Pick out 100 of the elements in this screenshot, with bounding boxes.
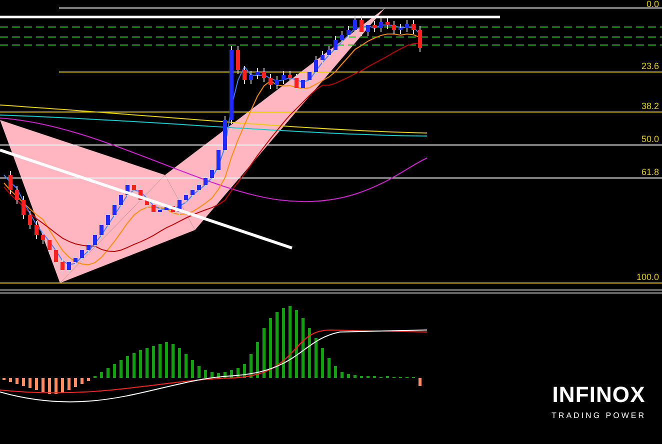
- histogram-bar: [9, 378, 12, 382]
- histogram-bar: [146, 348, 148, 378]
- histogram-bar: [418, 378, 422, 386]
- candlestick: [288, 70, 292, 82]
- candlestick: [164, 202, 168, 214]
- histogram-bar: [165, 342, 168, 378]
- candlestick: [126, 180, 130, 200]
- candlestick: [405, 20, 409, 32]
- candlestick: [171, 202, 175, 216]
- histogram-bar: [295, 310, 298, 378]
- histogram-bar: [321, 348, 324, 378]
- candlestick: [197, 180, 201, 194]
- histogram-bar: [340, 372, 344, 378]
- histogram-bar: [224, 372, 226, 378]
- candlestick: [112, 200, 116, 220]
- candlestick: [80, 246, 84, 262]
- fib-level-label: 38.2: [641, 101, 659, 111]
- candlestick: [294, 74, 298, 92]
- histogram-bar: [230, 370, 233, 378]
- histogram-bar: [198, 366, 200, 378]
- histogram-bar: [132, 353, 136, 378]
- candlestick: [386, 18, 390, 30]
- candlestick: [22, 196, 26, 220]
- histogram-bar: [328, 358, 330, 378]
- histogram-bar: [282, 308, 285, 378]
- histogram-bar: [16, 378, 18, 384]
- candlestick: [210, 166, 214, 182]
- candlestick: [93, 230, 97, 250]
- candlestick: [223, 116, 227, 154]
- candlestick: [360, 16, 364, 36]
- candlestick: [216, 146, 220, 174]
- histogram-bar: [308, 328, 311, 378]
- candlestick: [340, 30, 344, 44]
- histogram-bar: [106, 368, 110, 378]
- candlestick: [15, 186, 19, 204]
- histogram-bar: [334, 366, 337, 378]
- candlestick: [34, 220, 38, 240]
- histogram-bar: [262, 328, 266, 378]
- histogram-bar: [256, 342, 259, 378]
- candlestick: [242, 66, 246, 84]
- histogram-bar: [354, 375, 356, 378]
- fib-level-label: 61.8: [641, 167, 659, 177]
- candlestick: [54, 246, 58, 266]
- histogram-bar: [113, 364, 116, 378]
- candlestick: [152, 200, 156, 216]
- histogram-bar: [236, 368, 240, 378]
- histogram-bar: [250, 354, 252, 378]
- histogram-bar: [210, 372, 214, 378]
- histogram-bar: [100, 372, 103, 378]
- histogram-bar: [204, 370, 207, 378]
- histogram-bar: [126, 356, 129, 378]
- candlestick: [249, 70, 253, 84]
- candlestick: [320, 50, 324, 64]
- histogram-bar: [178, 348, 181, 378]
- candlestick: [190, 186, 194, 200]
- candlestick: [346, 26, 350, 40]
- histogram-bar: [28, 378, 32, 388]
- candlestick: [41, 230, 45, 244]
- candlestick: [67, 258, 71, 274]
- candlestick: [178, 196, 182, 216]
- histogram-bar: [22, 378, 25, 386]
- histogram-bar: [276, 312, 278, 378]
- histogram-bar: [269, 318, 272, 378]
- histogram-bar: [87, 378, 90, 381]
- histogram-bar: [120, 360, 122, 378]
- histogram-bar: [42, 378, 44, 392]
- histogram-bar: [68, 378, 70, 390]
- histogram-bar: [35, 378, 38, 390]
- histogram-bar: [61, 378, 64, 393]
- histogram-bar: [347, 374, 350, 378]
- candlestick: [268, 74, 272, 90]
- brand-logo: INFINOX: [552, 384, 646, 406]
- histogram-bar: [302, 318, 304, 378]
- candlestick: [158, 206, 162, 216]
- candlestick: [353, 16, 357, 34]
- candlestick: [412, 20, 416, 34]
- candlestick: [262, 68, 266, 82]
- histogram-bar: [172, 344, 174, 378]
- histogram-bar: [217, 373, 220, 378]
- candlestick: [256, 68, 260, 80]
- candlestick: [327, 46, 331, 60]
- candlestick: [8, 170, 12, 194]
- candlestick: [301, 76, 305, 92]
- histogram-bar: [288, 306, 292, 378]
- candlestick: [372, 20, 376, 32]
- candlestick: [100, 220, 104, 240]
- candlestick: [138, 186, 142, 204]
- histogram-bar: [158, 344, 162, 378]
- candlestick: [48, 236, 52, 254]
- fib-level-label: 50.0: [641, 134, 659, 144]
- candlestick: [145, 196, 149, 210]
- candlestick: [236, 46, 240, 74]
- histogram-bar: [243, 364, 246, 378]
- fib-level-label: 23.6: [641, 61, 659, 71]
- candlestick: [314, 56, 318, 76]
- candlestick: [184, 190, 188, 204]
- candlestick: [308, 68, 312, 84]
- candlestick: [398, 24, 402, 34]
- candlestick: [282, 70, 286, 84]
- candlestick: [366, 20, 370, 36]
